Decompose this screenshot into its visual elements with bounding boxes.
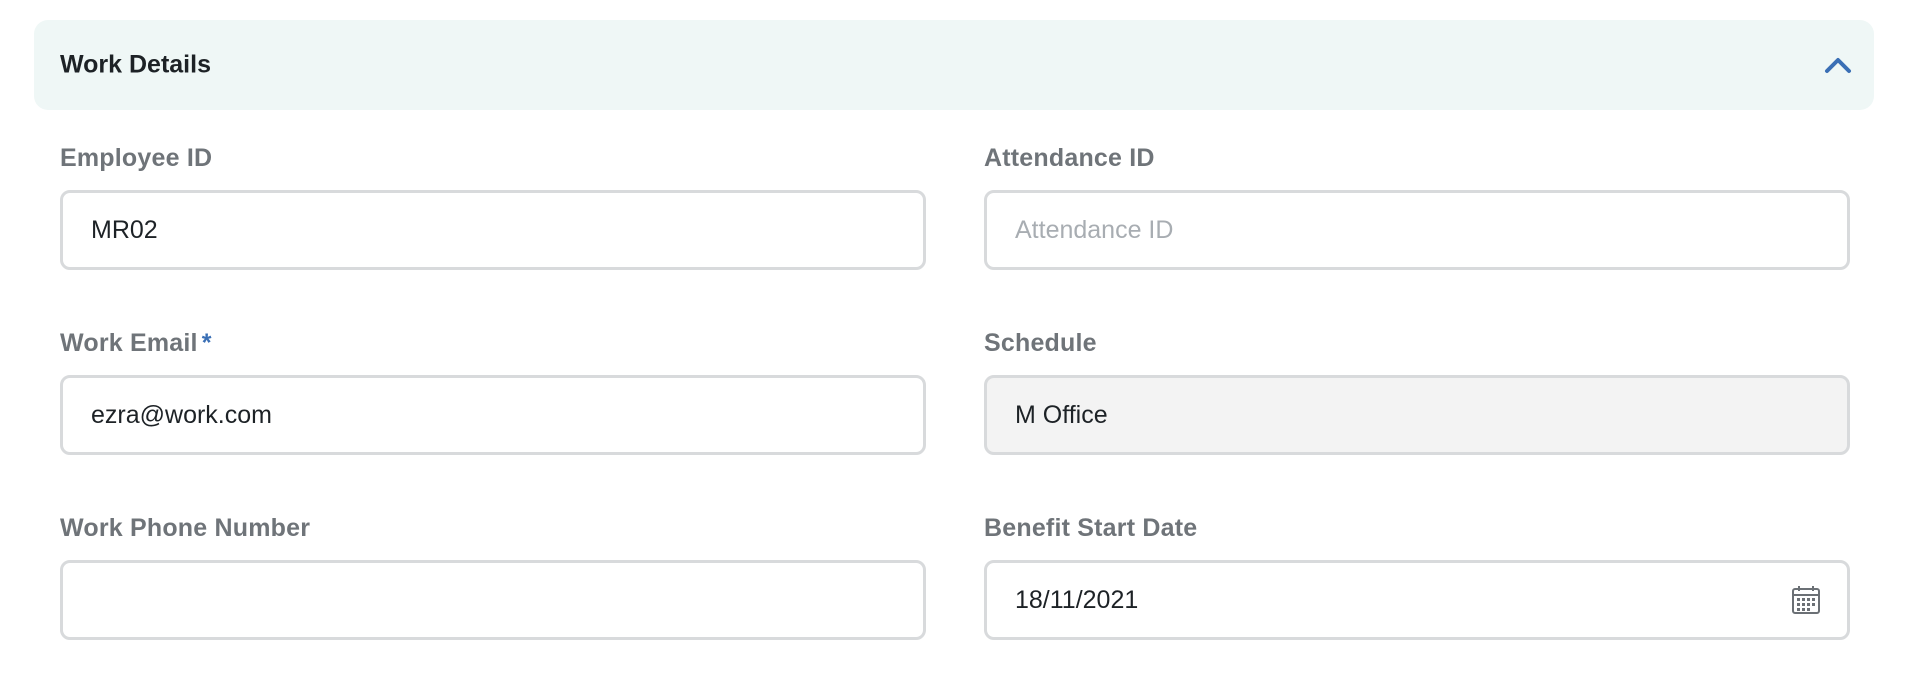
employee-id-field: Employee ID MR02 <box>60 140 926 270</box>
section-header-work-details[interactable]: Work Details <box>34 20 1874 110</box>
attendance-id-label: Attendance ID <box>984 144 1155 172</box>
required-mark: * <box>201 329 212 357</box>
schedule-label: Schedule <box>984 329 1097 357</box>
schedule-field: Schedule M Office <box>984 325 1850 455</box>
schedule-input: M Office <box>984 375 1850 455</box>
work-phone-input[interactable] <box>60 560 926 640</box>
work-email-label: Work Email * <box>60 325 926 361</box>
work-phone-label: Work Phone Number <box>60 514 311 542</box>
employee-id-input[interactable]: MR02 <box>60 190 926 270</box>
attendance-id-placeholder: Attendance ID <box>1015 215 1174 244</box>
benefit-start-date-field: Benefit Start Date 18/11/2021 <box>984 510 1850 640</box>
benefit-start-date-label: Benefit Start Date <box>984 514 1198 542</box>
work-email-label-text: Work Email <box>60 329 198 357</box>
work-email-input[interactable]: ezra@work.com <box>60 375 926 455</box>
work-phone-field: Work Phone Number <box>60 510 926 640</box>
employee-id-value: MR02 <box>91 215 158 244</box>
employee-id-label: Employee ID <box>60 144 213 172</box>
chevron-up-icon[interactable] <box>1822 49 1854 81</box>
schedule-value: M Office <box>1015 400 1108 429</box>
work-email-field: Work Email * ezra@work.com <box>60 325 926 455</box>
benefit-start-date-input[interactable]: 18/11/2021 <box>984 560 1850 640</box>
work-email-value: ezra@work.com <box>91 400 272 429</box>
benefit-start-date-value: 18/11/2021 <box>1015 585 1139 614</box>
calendar-icon[interactable] <box>1791 585 1821 615</box>
section-title: Work Details <box>60 50 211 79</box>
attendance-id-field: Attendance ID Attendance ID <box>984 140 1850 270</box>
attendance-id-input[interactable]: Attendance ID <box>984 190 1850 270</box>
